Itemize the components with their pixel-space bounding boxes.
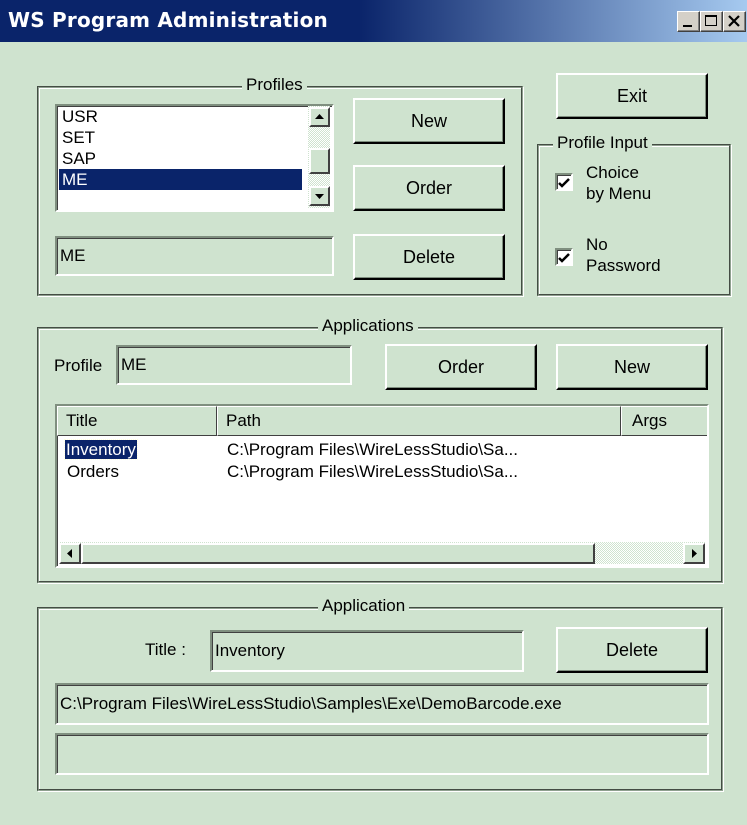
minimize-icon xyxy=(683,25,692,27)
profiles-listbox[interactable]: USR SET SAP ME xyxy=(55,104,334,212)
profile-label: Profile xyxy=(54,356,103,375)
no-password-line1: No xyxy=(586,235,608,254)
application-delete-button[interactable]: Delete xyxy=(556,627,708,673)
choice-label-line1: Choice xyxy=(586,163,639,182)
row-title: Orders xyxy=(67,462,119,481)
profile-name-field[interactable]: ME xyxy=(55,236,334,276)
close-icon xyxy=(728,15,740,27)
scroll-down-arrow-icon xyxy=(315,194,324,199)
row-path: C:\Program Files\WireLessStudio\Sa... xyxy=(227,440,518,459)
listview-hscrollbar[interactable] xyxy=(59,542,705,564)
hscroll-thumb[interactable] xyxy=(81,543,595,564)
column-header-title[interactable]: Title xyxy=(57,406,217,436)
application-path-value: C:\Program Files\WireLessStudio\Samples\… xyxy=(60,694,562,713)
applications-new-button[interactable]: New xyxy=(556,344,708,390)
checkmark-icon xyxy=(558,253,570,263)
table-row[interactable]: Inventory xyxy=(64,439,138,460)
column-header-args[interactable]: Args xyxy=(621,406,707,436)
profile-new-button[interactable]: New xyxy=(353,98,505,144)
scroll-right-button[interactable] xyxy=(683,543,705,564)
no-password-label[interactable]: No Password xyxy=(586,234,661,276)
choice-label-line2: by Menu xyxy=(586,184,652,203)
choice-by-menu-checkbox[interactable] xyxy=(555,173,573,191)
exit-button[interactable]: Exit xyxy=(556,73,708,119)
profile-name-value: ME xyxy=(60,246,86,265)
scroll-thumb[interactable] xyxy=(309,148,330,174)
profiles-legend: Profiles xyxy=(242,75,307,95)
table-row[interactable]: Orders xyxy=(67,462,119,482)
profiles-scrollbar[interactable] xyxy=(308,106,330,208)
window-title: WS Program Administration xyxy=(8,8,328,32)
scroll-left-arrow-icon xyxy=(67,549,72,558)
application-legend: Application xyxy=(318,596,410,616)
column-header-path[interactable]: Path xyxy=(217,406,621,436)
profile-item-sap[interactable]: SAP xyxy=(59,148,302,169)
title-bar[interactable]: WS Program Administration xyxy=(0,0,747,42)
row-title: Inventory xyxy=(64,439,138,460)
scroll-down-button[interactable] xyxy=(309,186,330,206)
applications-legend: Applications xyxy=(318,316,418,336)
minimize-button[interactable] xyxy=(677,11,700,32)
profile-input-legend: Profile Input xyxy=(553,133,652,153)
scroll-left-button[interactable] xyxy=(59,543,81,564)
applications-profile-value: ME xyxy=(121,355,147,374)
no-password-line2: Password xyxy=(586,256,661,275)
application-title-field[interactable]: Inventory xyxy=(210,630,524,672)
profile-delete-button[interactable]: Delete xyxy=(353,234,505,280)
title-label: Title : xyxy=(145,640,186,659)
scroll-up-arrow-icon xyxy=(315,114,324,119)
scroll-right-arrow-icon xyxy=(692,549,697,558)
application-path-field[interactable]: C:\Program Files\WireLessStudio\Samples\… xyxy=(55,683,709,725)
application-args-field[interactable] xyxy=(55,733,709,775)
profile-item-set[interactable]: SET xyxy=(59,127,302,148)
profile-item-usr[interactable]: USR xyxy=(59,106,302,127)
profile-order-button[interactable]: Order xyxy=(353,165,505,211)
checkmark-icon xyxy=(558,178,570,188)
row-path: C:\Program Files\WireLessStudio\Sa... xyxy=(227,462,518,481)
profile-item-me[interactable]: ME xyxy=(59,169,302,190)
close-button[interactable] xyxy=(723,11,746,32)
maximize-button[interactable] xyxy=(700,11,723,32)
scroll-up-button[interactable] xyxy=(309,107,330,127)
application-title-value: Inventory xyxy=(215,641,285,660)
maximize-icon xyxy=(705,15,717,26)
choice-by-menu-label[interactable]: Choice by Menu xyxy=(586,162,651,204)
no-password-checkbox[interactable] xyxy=(555,248,573,266)
applications-listview[interactable]: Title Path Args Inventory C:\Program Fil… xyxy=(55,404,709,568)
applications-profile-field[interactable]: ME xyxy=(116,345,352,385)
applications-order-button[interactable]: Order xyxy=(385,344,537,390)
